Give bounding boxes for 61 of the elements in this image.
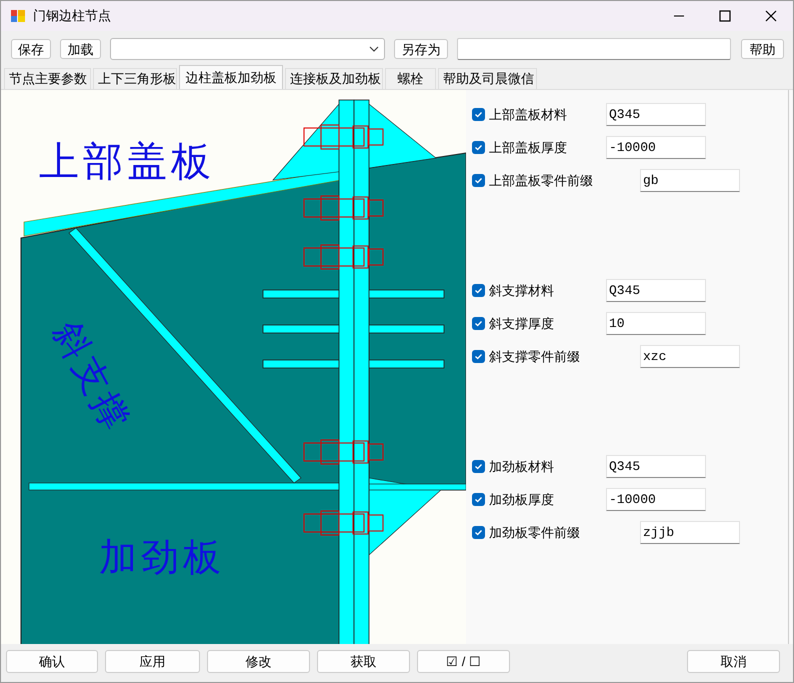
tab[interactable]: 螺栓 [385, 68, 436, 89]
name-field[interactable] [457, 38, 731, 60]
maximize-icon[interactable] [719, 10, 731, 22]
checkbox[interactable] [472, 141, 485, 154]
toggle-all-button[interactable]: ☑ / ☐ [417, 650, 510, 673]
input-field[interactable]: -10000 [606, 136, 706, 159]
input-field[interactable]: zjjb [640, 521, 740, 544]
checkbox[interactable] [472, 493, 485, 506]
checkmark-icon [474, 495, 483, 504]
cancel-button[interactable]: 取消 [687, 650, 780, 673]
close-icon[interactable] [765, 10, 777, 22]
checkbox[interactable] [472, 350, 485, 363]
checkmark-icon [474, 319, 483, 328]
window-title: 门钢边柱节点 [33, 7, 111, 26]
input-field[interactable]: Q345 [606, 455, 706, 478]
tab[interactable]: 节点主要参数 [4, 68, 91, 89]
apply-button[interactable]: 应用 [105, 650, 200, 673]
field-label: 斜支撑材料 [489, 282, 554, 300]
field-label: 上部盖板零件前缀 [489, 172, 593, 190]
input-field[interactable]: -10000 [606, 488, 706, 511]
checkmark-icon [474, 462, 483, 471]
checkmark-icon [474, 110, 483, 119]
tab[interactable]: 上下三角形板 [93, 68, 177, 89]
tab[interactable]: 连接板及加劲板 [285, 68, 383, 89]
checkmark-icon [474, 352, 483, 361]
field-label: 斜支撑零件前缀 [489, 348, 580, 366]
app-icon [11, 10, 25, 22]
checkmark-icon [474, 286, 483, 295]
checkbox[interactable] [472, 526, 485, 539]
help-button[interactable]: 帮助 [741, 39, 784, 59]
field-label: 加劲板材料 [489, 458, 554, 476]
save-as-button[interactable]: 另存为 [394, 39, 448, 59]
input-field[interactable]: Q345 [606, 103, 706, 126]
modify-button[interactable]: 修改 [207, 650, 310, 673]
field-label: 加劲板厚度 [489, 490, 554, 509]
input-field[interactable]: 10 [606, 312, 706, 335]
tab[interactable]: 帮助及司晨微信 [438, 68, 537, 89]
caret-icon [369, 46, 379, 52]
checkbox[interactable] [472, 460, 485, 473]
field-label: 上部盖板厚度 [489, 138, 567, 157]
checkbox[interactable] [472, 108, 485, 121]
checkbox[interactable] [472, 317, 485, 330]
input-field[interactable]: gb [640, 169, 740, 192]
load-button[interactable]: 加载 [60, 39, 101, 59]
checkmark-icon [474, 176, 483, 185]
checkmark-icon [474, 528, 483, 537]
cover-plate-label: 上部盖板 [39, 139, 215, 185]
brace-label: 斜支撑 [45, 314, 138, 440]
fetch-button[interactable]: 获取 [317, 650, 410, 673]
save-button[interactable]: 保存 [11, 39, 51, 59]
field-label: 斜支撑厚度 [489, 314, 554, 333]
confirm-button[interactable]: 确认 [6, 650, 98, 673]
field-label: 加劲板零件前缀 [489, 524, 580, 542]
tab[interactable]: 边柱盖板加劲板 [179, 65, 283, 89]
input-field[interactable]: Q345 [606, 279, 706, 302]
field-label: 上部盖板材料 [489, 106, 567, 124]
checkmark-icon [474, 143, 483, 152]
checkbox[interactable] [472, 174, 485, 187]
input-field[interactable]: xzc [640, 345, 740, 368]
checkbox[interactable] [472, 284, 485, 297]
stiffener-label: 加劲板 [99, 535, 225, 579]
